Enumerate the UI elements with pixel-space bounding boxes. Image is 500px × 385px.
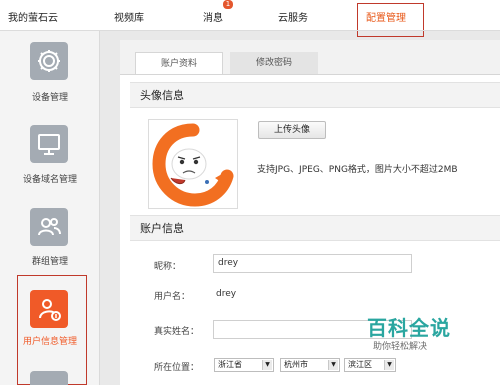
sidebar-item-label: 群组管理 bbox=[31, 257, 68, 267]
sidebar-item-label: 设备管理 bbox=[31, 93, 68, 103]
username-value: drey bbox=[216, 289, 237, 299]
monitor-icon bbox=[30, 125, 68, 163]
city-value: 杭州市 bbox=[284, 360, 308, 369]
sidebar-item-group-management[interactable]: 群组管理 bbox=[0, 201, 100, 281]
nav-highlight-box bbox=[357, 3, 424, 37]
location-label: 所在位置： bbox=[154, 363, 200, 373]
sidebar-highlight-box bbox=[17, 275, 87, 385]
upload-hint: 支持JPG、JPEG、PNG格式，图片大小不超过2MB bbox=[257, 165, 458, 175]
username-label: 用户名： bbox=[154, 292, 191, 302]
district-select[interactable]: 滨江区 ▼ bbox=[344, 358, 396, 372]
chevron-down-icon: ▼ bbox=[328, 360, 338, 370]
chevron-down-icon: ▼ bbox=[384, 360, 394, 370]
nickname-label: 昵称： bbox=[154, 262, 182, 272]
top-nav: 我的萤石云 视频库 消息 1 云服务 配置管理 bbox=[0, 0, 500, 37]
more-icon bbox=[30, 371, 68, 385]
tab-account-info[interactable]: 账户资料 bbox=[135, 52, 223, 74]
watermark-subtitle: 助你轻松解决 bbox=[373, 342, 428, 352]
avatar-section-title: 头像信息 bbox=[130, 82, 500, 108]
tab-bar: 账户资料 修改密码 bbox=[120, 40, 500, 75]
upload-avatar-button[interactable]: 上传头像 bbox=[258, 121, 326, 139]
avatar bbox=[148, 119, 238, 209]
gear-icon bbox=[30, 42, 68, 80]
nickname-field[interactable]: drey bbox=[213, 254, 412, 273]
nav-video-library[interactable]: 视频库 bbox=[114, 9, 144, 24]
watermark-title: 百科全说 bbox=[367, 316, 451, 340]
group-icon bbox=[30, 208, 68, 246]
sidebar-item-device-management[interactable]: 设备管理 bbox=[0, 39, 100, 119]
sidebar-item-device-domain[interactable]: 设备域名管理 bbox=[0, 121, 100, 201]
account-section-title: 账户信息 bbox=[130, 215, 500, 241]
nav-messages[interactable]: 消息 bbox=[203, 9, 223, 24]
province-value: 浙江省 bbox=[218, 360, 242, 369]
nav-my-cloud[interactable]: 我的萤石云 bbox=[8, 9, 58, 24]
tab-change-password[interactable]: 修改密码 bbox=[230, 52, 318, 74]
realname-label: 真实姓名： bbox=[154, 327, 200, 337]
province-select[interactable]: 浙江省 ▼ bbox=[214, 358, 274, 372]
message-count-badge: 1 bbox=[223, 0, 233, 9]
sidebar: 设备管理 设备域名管理 群组管理 用户信息管理 bbox=[0, 31, 100, 385]
sidebar-item-label: 设备域名管理 bbox=[22, 175, 77, 185]
avatar-image bbox=[152, 123, 234, 207]
city-select[interactable]: 杭州市 ▼ bbox=[280, 358, 340, 372]
district-value: 滨江区 bbox=[348, 360, 372, 369]
nav-cloud-service[interactable]: 云服务 bbox=[278, 9, 308, 24]
chevron-down-icon: ▼ bbox=[262, 360, 272, 370]
